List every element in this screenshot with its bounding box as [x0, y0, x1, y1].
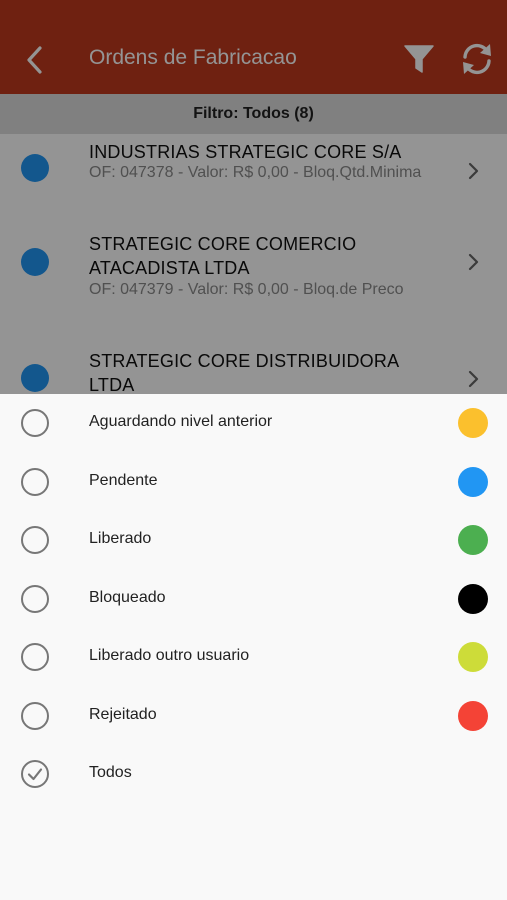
- status-color-swatch: [458, 408, 488, 438]
- status-color-swatch: [458, 642, 488, 672]
- refresh-button[interactable]: [456, 38, 498, 80]
- status-dot: [21, 248, 49, 276]
- status-option-label: Pendente: [89, 472, 158, 489]
- status-option-label: Todos: [89, 764, 132, 781]
- refresh-icon: [463, 43, 491, 75]
- status-option-liberado[interactable]: Liberado: [0, 511, 507, 569]
- page-title: Ordens de Fabricacao: [89, 46, 297, 69]
- status-color-swatch: [458, 584, 488, 614]
- status-option-label: Aguardando nivel anterior: [89, 413, 273, 430]
- filter-status-bar: Filtro: Todos (8): [0, 94, 507, 134]
- status-option-liberado-outro-usuario[interactable]: Liberado outro usuario: [0, 628, 507, 686]
- status-option-bloqueado[interactable]: Bloqueado: [0, 570, 507, 628]
- order-row[interactable]: INDUSTRIAS STRATEGIC CORE S/A OF: 047378…: [0, 134, 507, 224]
- status-option-label: Liberado: [89, 530, 152, 547]
- status-option-label: Liberado outro usuario: [89, 647, 250, 664]
- status-dot: [21, 364, 49, 392]
- radio-button[interactable]: [21, 409, 49, 437]
- status-option-rejeitado[interactable]: Rejeitado: [0, 687, 507, 745]
- checked-circle-icon[interactable]: [21, 760, 49, 788]
- orders-list: INDUSTRIAS STRATEGIC CORE S/A OF: 047378…: [0, 134, 507, 394]
- order-detail: OF: 047378 - Valor: R$ 0,00 - Bloq.Qtd.M…: [89, 164, 422, 181]
- status-filter-sheet: Aguardando nivel anterior Pendente Liber…: [0, 394, 507, 900]
- status-option-label: Bloqueado: [89, 589, 166, 606]
- radio-button[interactable]: [21, 585, 49, 613]
- status-option-aguardando[interactable]: Aguardando nivel anterior: [0, 394, 507, 452]
- back-button[interactable]: [20, 40, 50, 80]
- order-company-name: INDUSTRIAS STRATEGIC CORE S/A: [89, 142, 402, 162]
- order-detail: OF: 047379 - Valor: R$ 0,00 - Bloq.de Pr…: [89, 281, 404, 298]
- status-color-swatch: [458, 525, 488, 555]
- status-option-todos[interactable]: Todos: [0, 745, 507, 803]
- status-option-pendente[interactable]: Pendente: [0, 453, 507, 511]
- order-row[interactable]: STRATEGIC CORE COMERCIO ATACADISTA LTDA …: [0, 224, 507, 340]
- chevron-right-icon: [468, 162, 479, 180]
- order-company-name: STRATEGIC CORE DISTRIBUIDORA LTDA: [89, 351, 399, 394]
- filter-button[interactable]: [398, 38, 440, 80]
- status-color-swatch: [458, 467, 488, 497]
- back-chevron-icon: [27, 46, 42, 74]
- app-header: Ordens de Fabricacao: [0, 0, 507, 94]
- status-dot: [21, 154, 49, 182]
- radio-button[interactable]: [21, 468, 49, 496]
- chevron-right-icon: [468, 253, 479, 271]
- order-row[interactable]: STRATEGIC CORE DISTRIBUIDORA LTDA: [0, 340, 507, 394]
- filter-funnel-icon: [404, 45, 434, 73]
- chevron-right-icon: [468, 370, 479, 388]
- radio-button[interactable]: [21, 702, 49, 730]
- status-color-swatch: [458, 701, 488, 731]
- status-option-label: Rejeitado: [89, 706, 157, 723]
- order-company-name: STRATEGIC CORE COMERCIO ATACADISTA LTDA: [89, 234, 357, 278]
- radio-button[interactable]: [21, 526, 49, 554]
- radio-button[interactable]: [21, 643, 49, 671]
